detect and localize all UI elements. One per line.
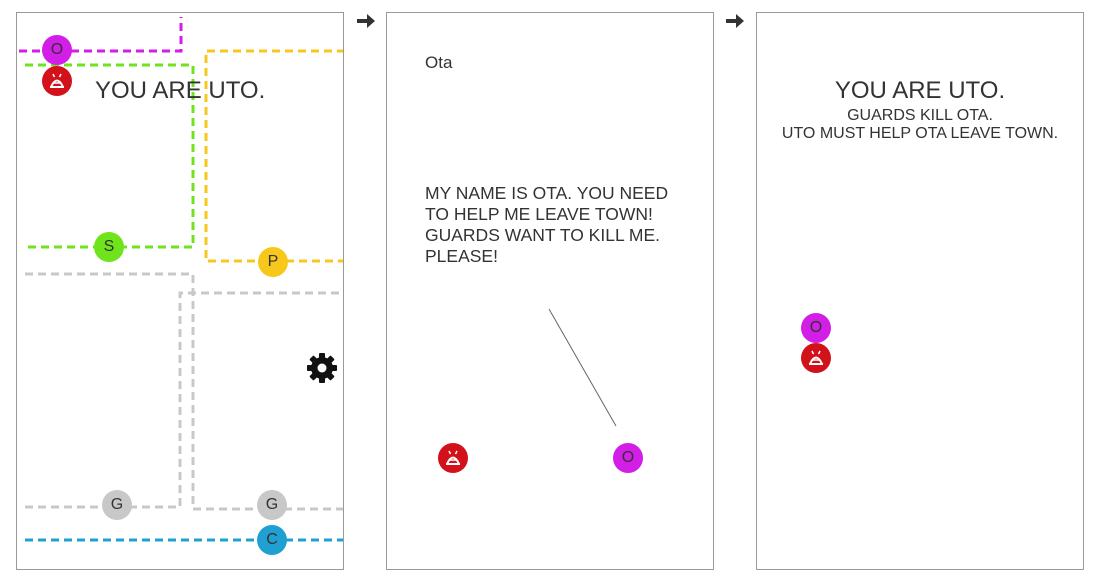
node-o[interactable]: O: [613, 443, 643, 473]
node-p[interactable]: P: [258, 247, 288, 277]
node-c[interactable]: C: [257, 525, 287, 555]
node-s[interactable]: S: [94, 232, 124, 262]
right-arrow-icon: [726, 14, 744, 28]
speech-pointer: [548, 308, 617, 427]
right-arrow-icon: [357, 14, 375, 28]
objective-panel: YOU ARE UTO. GUARDS KILL OTA. UTO MUST H…: [756, 12, 1084, 570]
role-title: YOU ARE UTO.: [834, 77, 1006, 104]
node-o[interactable]: O: [42, 35, 72, 65]
gear-icon[interactable]: [305, 351, 339, 385]
role-title: YOU ARE UTO.: [95, 77, 266, 104]
guard-avatar-icon[interactable]: [801, 343, 831, 373]
node-g-right[interactable]: G: [257, 490, 287, 520]
node-o[interactable]: O: [801, 313, 831, 343]
gray-route-bottom-left: [25, 291, 343, 509]
guard-avatar-icon[interactable]: [42, 66, 72, 96]
map-panel: O YOU ARE UTO. S P G G C: [16, 12, 344, 570]
dialogue-panel: Ota MY NAME IS OTA. YOU NEED TO HELP ME …: [386, 12, 714, 570]
guard-avatar-icon[interactable]: [438, 443, 468, 473]
objective-line: UTO MUST HELP OTA LEAVE TOWN.: [781, 125, 1059, 142]
story-line: GUARDS KILL OTA.: [847, 107, 993, 124]
node-g-left[interactable]: G: [102, 490, 132, 520]
gray-route-left: [25, 272, 195, 509]
